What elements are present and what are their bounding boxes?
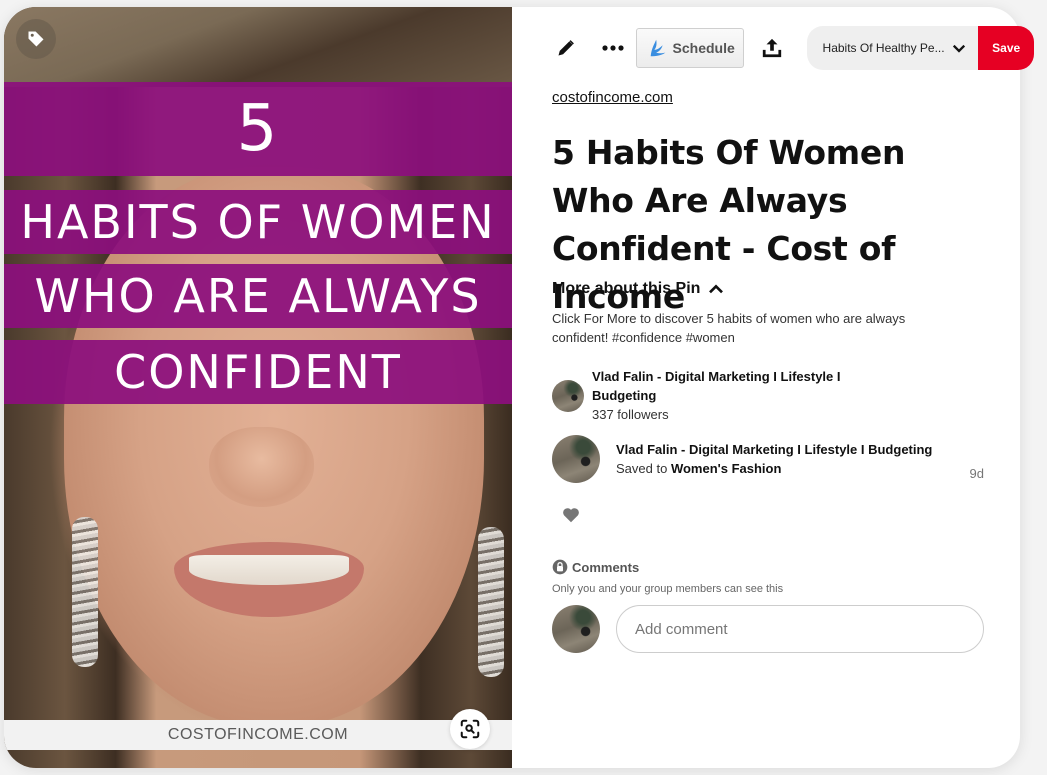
edit-pin-button[interactable]: [552, 33, 581, 63]
comments-privacy-note: Only you and your group members can see …: [552, 583, 784, 595]
creator-name[interactable]: Vlad Falin - Digital Marketing I Lifesty…: [592, 367, 892, 405]
tailwind-logo-icon: [650, 39, 665, 57]
comments-header: Comments: [552, 559, 639, 575]
lock-icon: [552, 559, 568, 575]
save-button[interactable]: Save: [978, 26, 1034, 70]
activity-timestamp: 9d: [969, 466, 984, 481]
like-button[interactable]: [560, 504, 582, 526]
image-hair: [4, 7, 512, 87]
pin-details-panel: Schedule Habits Of Healthy Pe... Save co…: [552, 7, 1034, 768]
visual-search-icon: [460, 719, 480, 739]
save-activity-item: Vlad Falin - Digital Marketing I Lifesty…: [552, 435, 984, 483]
pin-description: Click For More to discover 5 habits of w…: [552, 311, 906, 345]
schedule-button[interactable]: Schedule: [635, 28, 744, 68]
creator-followers: 337 followers: [592, 407, 669, 422]
chevron-up-icon: [709, 284, 724, 294]
schedule-label: Schedule: [672, 40, 735, 56]
heart-icon: [563, 508, 579, 523]
pin-image[interactable]: 5 HABITS OF WOMEN WHO ARE ALWAYS CONFIDE…: [4, 7, 512, 768]
tag-icon: [28, 31, 44, 47]
image-earring-right: [478, 527, 504, 677]
chevron-down-icon: [953, 44, 966, 53]
source-link[interactable]: costofincome.com: [552, 89, 673, 106]
image-overlay-line-3: WHO ARE ALWAYS: [4, 264, 512, 328]
more-options-button[interactable]: [599, 33, 628, 63]
more-about-label: More about this Pin: [552, 280, 701, 297]
comment-composer: [552, 605, 984, 653]
ellipsis-icon: [602, 45, 624, 51]
image-nose: [209, 427, 314, 507]
pin-closeup-card: 5 HABITS OF WOMEN WHO ARE ALWAYS CONFIDE…: [4, 7, 1034, 768]
image-overlay-line-1: 5: [4, 82, 512, 176]
creator-info: Vlad Falin - Digital Marketing I Lifesty…: [552, 367, 892, 424]
more-about-toggle[interactable]: More about this Pin: [552, 280, 724, 298]
creator-avatar[interactable]: [552, 379, 584, 412]
image-teeth: [189, 555, 349, 585]
share-button[interactable]: [758, 33, 787, 63]
activity-avatar[interactable]: [552, 435, 600, 483]
saved-to-label: Saved to: [616, 461, 668, 476]
image-overlay-line-4: CONFIDENT: [4, 340, 512, 404]
pin-toolbar: Schedule Habits Of Healthy Pe... Save: [552, 26, 1034, 70]
saved-board-link[interactable]: Women's Fashion: [671, 461, 781, 476]
activity-user-name[interactable]: Vlad Falin - Digital Marketing I Lifesty…: [616, 440, 970, 459]
image-earring-left: [72, 517, 98, 667]
board-select-value: Habits Of Healthy Pe...: [822, 41, 945, 55]
current-user-avatar: [552, 605, 600, 653]
add-comment-input[interactable]: [616, 605, 984, 653]
board-select-dropdown[interactable]: Habits Of Healthy Pe...: [806, 26, 979, 70]
pencil-icon: [558, 40, 575, 56]
image-overlay-line-2: HABITS OF WOMEN: [4, 190, 512, 254]
image-footer-watermark: COSTOFINCOME.COM: [4, 720, 512, 750]
product-tag-button[interactable]: [16, 19, 56, 59]
share-upload-icon: [762, 38, 782, 58]
visual-search-button[interactable]: [450, 709, 490, 749]
comments-title: Comments: [572, 559, 640, 575]
